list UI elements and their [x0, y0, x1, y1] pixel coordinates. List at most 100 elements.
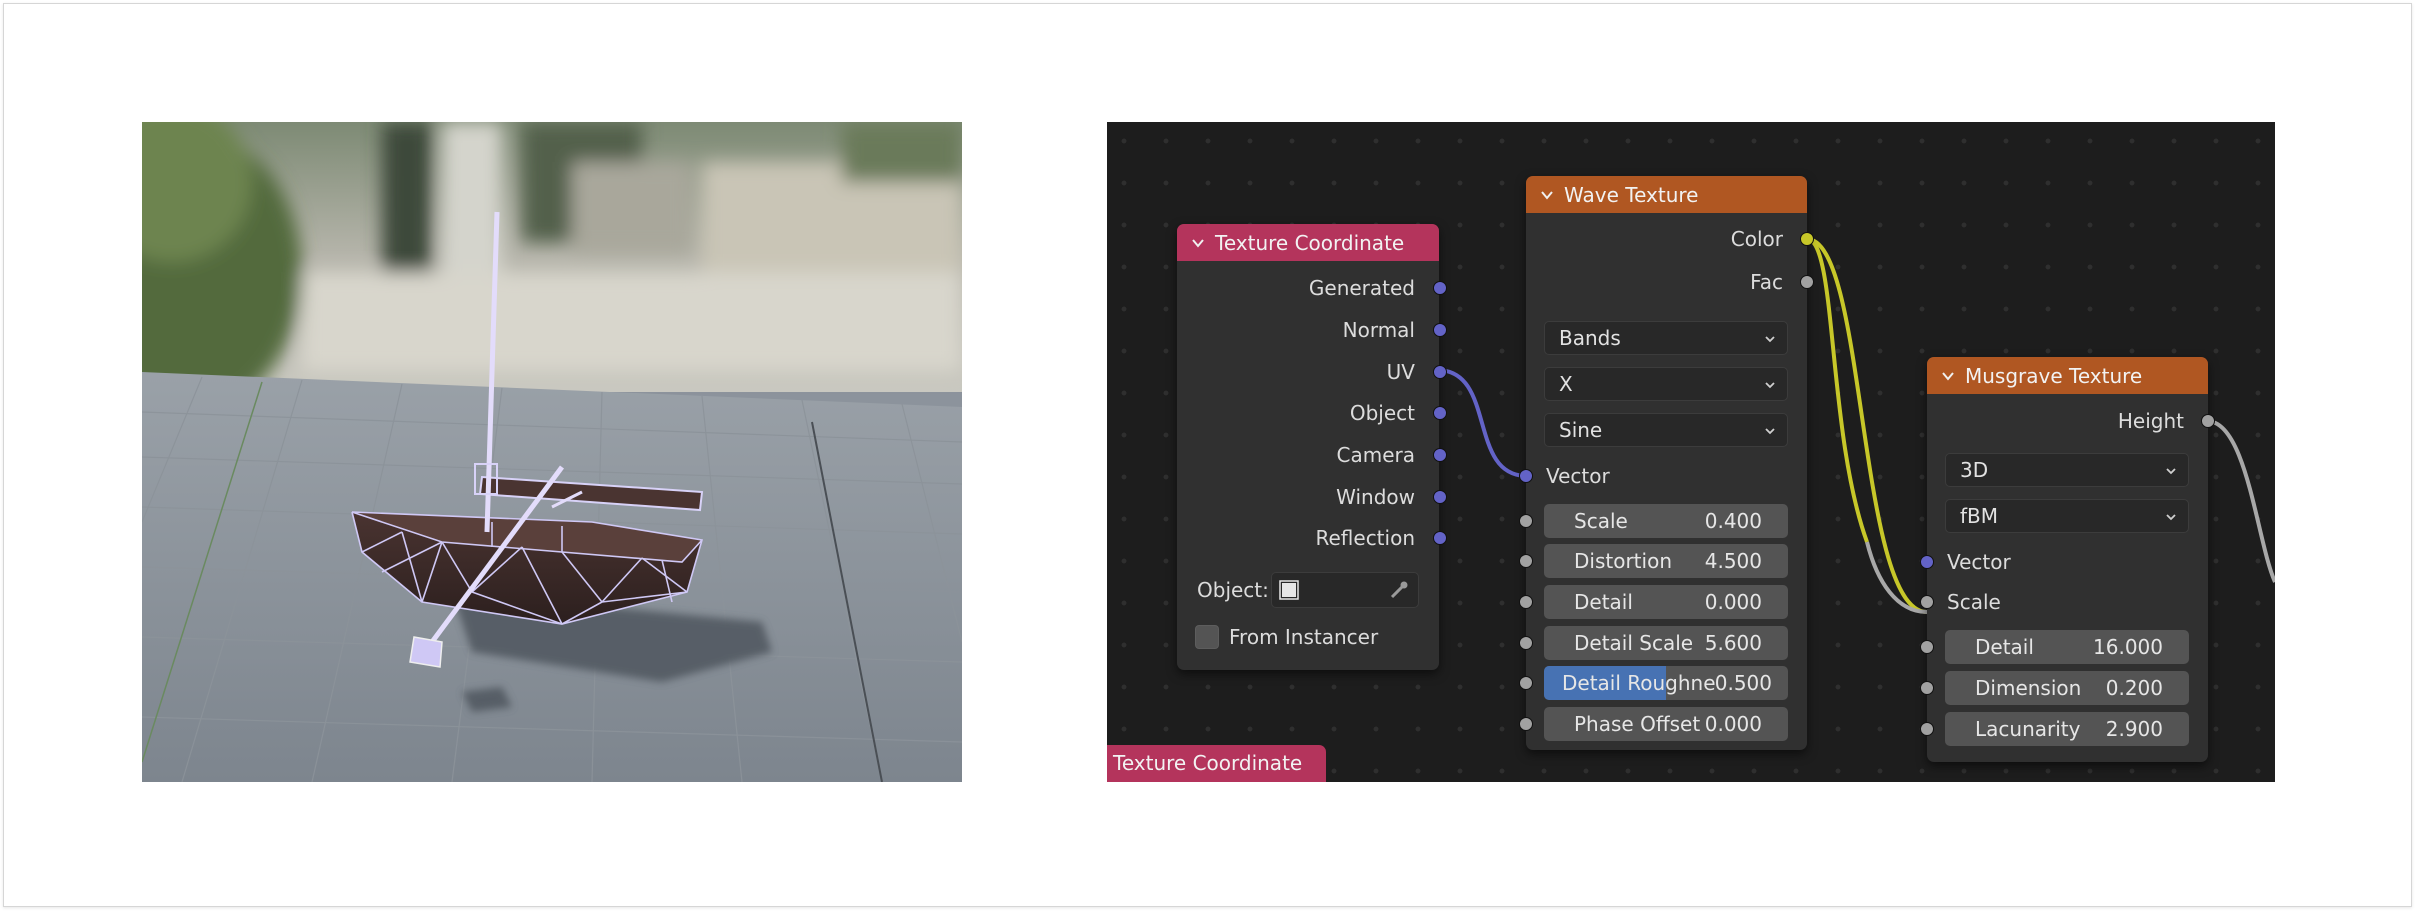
output-window: Window: [1336, 485, 1415, 509]
socket-scale[interactable]: [1519, 514, 1533, 528]
field-label: Lacunarity: [1975, 717, 2081, 741]
detail-roughness-slider[interactable]: Detail Roughne 0.500: [1544, 666, 1788, 700]
field-value: 16.000: [2093, 635, 2163, 659]
field-label: Detail: [1975, 635, 2034, 659]
field-label: Dimension: [1975, 676, 2082, 700]
socket-detail-roughness[interactable]: [1519, 676, 1533, 690]
field-value: 2.900: [2105, 717, 2163, 741]
field-value: 4.500: [1704, 549, 1762, 573]
lacunarity-field[interactable]: Lacunarity 2.900: [1945, 712, 2189, 746]
wave-type-dropdown[interactable]: Bands: [1544, 321, 1788, 355]
link-color-to-scale-end: [1865, 541, 1928, 614]
wave-texture-node[interactable]: Wave Texture Color Fac Bands X Sine Vect…: [1519, 176, 1814, 750]
socket-camera[interactable]: [1433, 448, 1447, 462]
socket-uv[interactable]: [1433, 365, 1447, 379]
socket-window[interactable]: [1433, 490, 1447, 504]
detail-field[interactable]: Detail 0.000: [1544, 585, 1788, 619]
eyedropper-icon[interactable]: [1388, 579, 1410, 606]
chevron-down-icon: [2166, 468, 2176, 475]
input-vector: Vector: [1546, 464, 1610, 488]
output-object: Object: [1349, 401, 1415, 425]
profile-dropdown[interactable]: Sine: [1544, 413, 1788, 447]
object-label: Object:: [1197, 578, 1269, 602]
socket-object[interactable]: [1433, 406, 1447, 420]
from-instancer-label: From Instancer: [1229, 625, 1379, 649]
chevron-down-icon: [2166, 514, 2176, 521]
input-scale: Scale: [1947, 590, 2001, 614]
chevron-down-icon: [1765, 428, 1775, 435]
link-uv-to-vector: [1436, 368, 1528, 478]
field-value: 0.400: [1704, 509, 1762, 533]
musgrave-texture-header[interactable]: Musgrave Texture: [1927, 357, 2208, 394]
render-image: [142, 122, 962, 782]
texture-coordinate-frame-label[interactable]: Texture Coordinate: [1107, 745, 1326, 782]
input-vector: Vector: [1947, 550, 2011, 574]
field-value: 5.600: [1704, 631, 1762, 655]
socket-vector[interactable]: [1920, 555, 1934, 569]
dropdown-value: Bands: [1559, 326, 1621, 350]
output-reflection: Reflection: [1315, 526, 1415, 550]
from-instancer-checkbox[interactable]: [1195, 625, 1219, 649]
chevron-down-icon[interactable]: [1540, 188, 1554, 202]
object-cube-icon: [1278, 579, 1300, 606]
field-value: 0.000: [1704, 590, 1762, 614]
render-preview: [142, 122, 962, 782]
socket-detail-scale[interactable]: [1519, 636, 1533, 650]
texture-coordinate-header[interactable]: Texture Coordinate: [1177, 224, 1439, 261]
socket-generated[interactable]: [1433, 281, 1447, 295]
phase-offset-field[interactable]: Phase Offset 0.000: [1544, 707, 1788, 741]
output-height: Height: [2117, 409, 2184, 433]
socket-scale[interactable]: [1920, 595, 1934, 609]
socket-reflection[interactable]: [1433, 531, 1447, 545]
socket-phase-offset[interactable]: [1519, 717, 1533, 731]
field-label: Distortion: [1574, 549, 1672, 573]
object-field[interactable]: [1271, 572, 1419, 608]
link-color-to-scale: [1806, 237, 1869, 543]
socket-detail[interactable]: [1920, 640, 1934, 654]
chevron-down-icon[interactable]: [1191, 236, 1205, 250]
dropdown-value: Sine: [1559, 418, 1603, 442]
field-label: Scale: [1574, 509, 1628, 533]
field-label: Detail Scale: [1574, 631, 1694, 655]
output-normal: Normal: [1342, 318, 1415, 342]
output-generated: Generated: [1308, 276, 1415, 300]
field-value: 0.200: [2105, 676, 2163, 700]
socket-lacunarity[interactable]: [1920, 722, 1934, 736]
dimensions-dropdown[interactable]: 3D: [1945, 453, 2189, 487]
socket-dimension[interactable]: [1920, 681, 1934, 695]
distortion-field[interactable]: Distortion 4.500: [1544, 544, 1788, 578]
link-height-out: [2206, 419, 2275, 583]
field-value: 0.000: [1704, 712, 1762, 736]
detail-scale-field[interactable]: Detail Scale 5.600: [1544, 626, 1788, 660]
node-title: Texture Coordinate: [1215, 230, 1405, 255]
musgrave-texture-node[interactable]: Musgrave Texture Height 3D fBM Vector Sc…: [1920, 357, 2215, 762]
socket-fac[interactable]: [1800, 275, 1814, 289]
field-label: Detail: [1574, 590, 1633, 614]
output-fac: Fac: [1750, 270, 1783, 294]
socket-vector[interactable]: [1519, 469, 1533, 483]
socket-normal[interactable]: [1433, 323, 1447, 337]
node-editor[interactable]: Texture Coordinate Generated Normal UV O…: [1107, 122, 2275, 782]
socket-height[interactable]: [2201, 414, 2215, 428]
direction-dropdown[interactable]: X: [1544, 367, 1788, 401]
dropdown-value: X: [1559, 372, 1573, 396]
socket-color[interactable]: [1800, 232, 1814, 246]
dimension-field[interactable]: Dimension 0.200: [1945, 671, 2189, 705]
output-uv: UV: [1386, 360, 1415, 384]
dropdown-value: 3D: [1960, 458, 1989, 482]
output-color: Color: [1730, 227, 1783, 251]
chevron-down-icon[interactable]: [1941, 369, 1955, 383]
link-color-to-scale-start: [1806, 237, 1928, 614]
texture-coordinate-node[interactable]: Texture Coordinate Generated Normal UV O…: [1177, 224, 1447, 670]
field-value: 0.500: [1714, 671, 1772, 695]
socket-detail[interactable]: [1519, 595, 1533, 609]
field-label: Phase Offset: [1574, 712, 1701, 736]
musgrave-type-dropdown[interactable]: fBM: [1945, 499, 2189, 533]
node-title: Musgrave Texture: [1965, 363, 2143, 388]
node-title: Wave Texture: [1564, 182, 1699, 207]
wave-texture-header[interactable]: Wave Texture: [1526, 176, 1807, 213]
chevron-down-icon: [1765, 382, 1775, 389]
scale-field[interactable]: Scale 0.400: [1544, 504, 1788, 538]
socket-distortion[interactable]: [1519, 554, 1533, 568]
detail-field[interactable]: Detail 16.000: [1945, 630, 2189, 664]
